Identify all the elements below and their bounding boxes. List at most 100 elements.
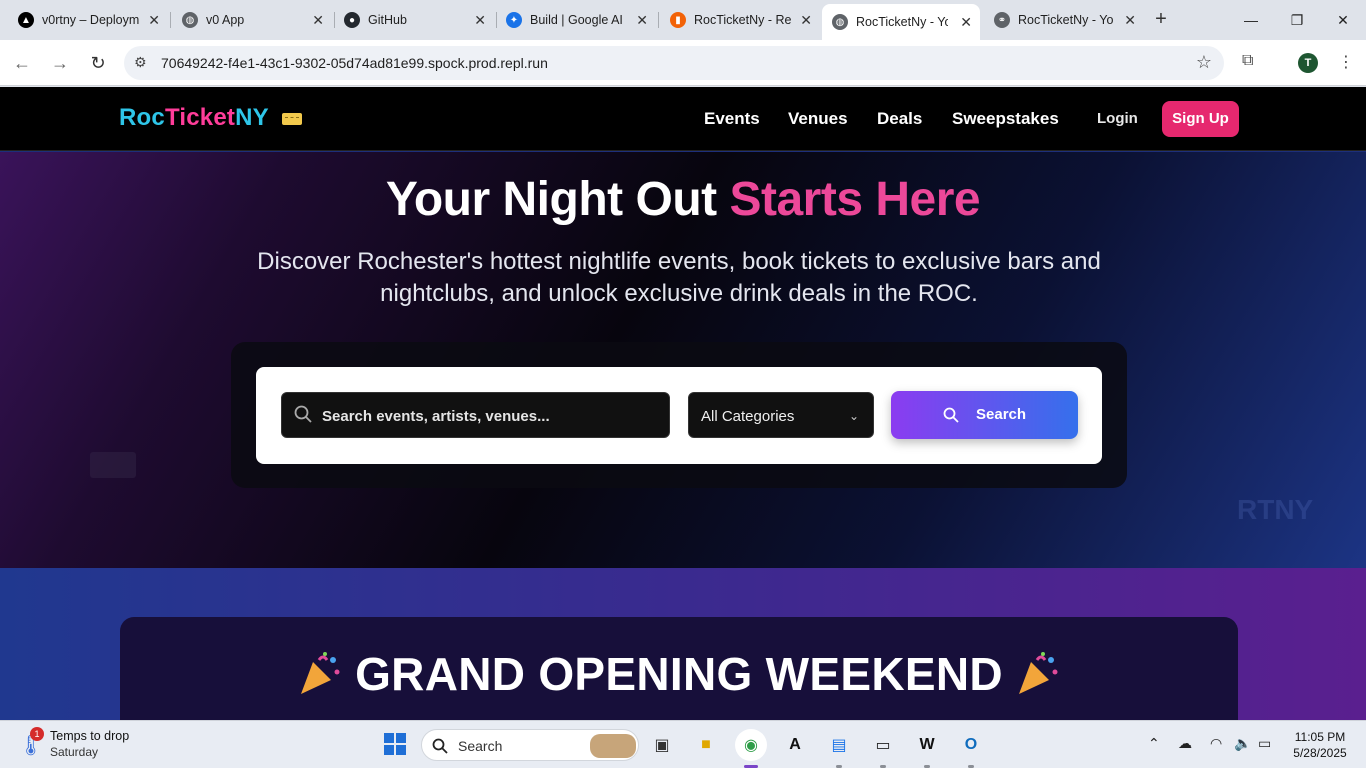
hero-title: Your Night Out Starts Here <box>0 172 1366 227</box>
promo-card: GRAND OPENING WEEKEND <box>120 617 1238 720</box>
app-w-icon[interactable]: W <box>911 729 943 761</box>
logo-part-roc: Roc <box>119 104 165 131</box>
tab-title: v0rtny – Deploym <box>42 13 140 27</box>
ticket-icon <box>282 113 302 125</box>
close-icon[interactable]: ✕ <box>800 12 812 29</box>
close-icon[interactable]: ✕ <box>148 12 160 29</box>
nav-events[interactable]: Events <box>704 109 760 129</box>
nav-venues[interactable]: Venues <box>788 109 848 129</box>
decorative-ticket-shape <box>90 452 136 478</box>
terminal-icon[interactable]: ▭ <box>867 729 899 761</box>
search-icon <box>294 405 312 423</box>
wifi-icon[interactable]: ◠ <box>1210 735 1222 752</box>
close-icon[interactable]: ✕ <box>1124 12 1136 29</box>
tab-title: RocTicketNy - Yo <box>856 15 948 29</box>
taskbar-search[interactable]: Search <box>421 729 639 761</box>
onedrive-icon[interactable]: ☁ <box>1178 735 1192 752</box>
nav-deals[interactable]: Deals <box>877 109 922 129</box>
search-input[interactable]: Search events, artists, venues... <box>281 392 670 438</box>
notification-badge: 1 <box>30 727 44 741</box>
site-navbar: RocTicketNY Events Venues Deals Sweepsta… <box>0 87 1366 151</box>
browser-tab-0[interactable]: ▲ v0rtny – Deploym ✕ <box>8 4 168 36</box>
replit-icon: ▮ <box>670 12 686 28</box>
search-highlight-image <box>590 734 636 758</box>
search-placeholder: Search events, artists, venues... <box>322 408 550 425</box>
search-button[interactable]: Search <box>891 391 1078 439</box>
hero-title-accent: Starts Here <box>729 173 981 226</box>
new-tab-button[interactable]: + <box>1150 8 1172 30</box>
chevron-down-icon: ⌄ <box>848 409 859 423</box>
category-select[interactable]: All Categories ⌄ <box>688 392 874 438</box>
link-globe-icon: ⚭ <box>994 12 1010 28</box>
back-button[interactable]: ← <box>9 50 35 76</box>
chevron-up-icon[interactable]: ⌃ <box>1148 735 1160 752</box>
close-icon[interactable]: ✕ <box>960 14 972 31</box>
more-menu-icon[interactable]: ⋮ <box>1338 52 1354 72</box>
taskbar-search-label: Search <box>458 738 503 754</box>
search-icon <box>432 738 448 754</box>
hero-section: Your Night Out Starts Here Discover Roch… <box>0 152 1366 568</box>
tab-title: GitHub <box>368 13 407 27</box>
logo-part-ny: NY <box>235 104 269 131</box>
bookmark-star-icon[interactable]: ☆ <box>1196 52 1212 73</box>
outlook-icon[interactable]: O <box>955 729 987 761</box>
logo-part-ticket: Ticket <box>164 104 236 131</box>
browser-tab-4[interactable]: ▮ RocTicketNy - Re ✕ <box>660 4 820 36</box>
search-icon <box>943 407 959 423</box>
minimize-button[interactable]: — <box>1228 0 1274 40</box>
search-button-label: Search <box>976 406 1027 423</box>
close-window-button[interactable]: ✕ <box>1320 0 1366 40</box>
profile-avatar[interactable]: T <box>1298 53 1318 73</box>
volume-icon[interactable]: 🔈 <box>1234 735 1251 752</box>
browser-tab-strip: ▲ v0rtny – Deploym ✕ ◍ v0 App ✕ ● GitHub… <box>0 0 1366 40</box>
web-page: RocTicketNY Events Venues Deals Sweepsta… <box>0 87 1366 720</box>
weather-title: Temps to drop <box>50 729 130 743</box>
browser-toolbar: ← → ↻ ⚙ 70649242-f4e1-43c1-9302-05d74ad8… <box>0 40 1366 86</box>
system-clock[interactable]: 11:05 PM 5/28/2025 <box>1288 729 1352 761</box>
browser-tab-1[interactable]: ◍ v0 App ✕ <box>172 4 332 36</box>
globe-icon: ◍ <box>832 14 848 30</box>
app-a-icon[interactable]: A <box>779 729 811 761</box>
weather-subtitle: Saturday <box>50 745 99 759</box>
promo-title-text: GRAND OPENING WEEKEND <box>355 648 1003 700</box>
tab-title: RocTicketNy - Re <box>694 13 792 27</box>
browser-tab-2[interactable]: ● GitHub ✕ <box>334 4 494 36</box>
site-logo[interactable]: RocTicketNY <box>119 104 269 132</box>
windows-start-icon[interactable] <box>384 733 406 755</box>
hero-title-main: Your Night Out <box>385 173 730 226</box>
signup-button[interactable]: Sign Up <box>1162 101 1239 137</box>
browser-tab-5[interactable]: ◍ RocTicketNy - Yo ✕ <box>822 4 980 40</box>
reload-button[interactable]: ↻ <box>85 50 111 76</box>
notepad-icon[interactable]: ▤ <box>823 729 855 761</box>
category-selected-value: All Categories <box>701 408 795 425</box>
browser-tab-6[interactable]: ⚭ RocTicketNy - Yo ✕ <box>984 4 1144 36</box>
google-ai-studio-icon: ✦ <box>506 12 522 28</box>
party-popper-icon <box>301 652 340 694</box>
tab-title: RocTicketNy - Yo <box>1018 13 1114 27</box>
promo-title: GRAND OPENING WEEKEND <box>120 647 1238 701</box>
close-icon[interactable]: ✕ <box>474 12 486 29</box>
url-text: 70649242-f4e1-43c1-9302-05d74ad81e99.spo… <box>161 55 548 71</box>
clock-time: 11:05 PM <box>1294 730 1346 744</box>
chrome-icon[interactable]: ◉ <box>735 729 767 761</box>
browser-tab-3[interactable]: ✦ Build | Google AI ✕ <box>496 4 656 36</box>
nav-sweepstakes[interactable]: Sweepstakes <box>952 109 1059 129</box>
address-bar[interactable]: ⚙ 70649242-f4e1-43c1-9302-05d74ad81e99.s… <box>124 46 1224 80</box>
hero-subtitle: Discover Rochester's hottest nightlife e… <box>257 248 1101 307</box>
file-explorer-icon[interactable]: ■ <box>690 729 722 761</box>
tab-title: Build | Google AI <box>530 13 623 27</box>
task-view-icon[interactable]: ▣ <box>646 729 678 761</box>
site-info-icon[interactable]: ⚙ <box>134 54 147 71</box>
watermark-text: RTNY <box>1237 494 1314 525</box>
forward-button[interactable]: → <box>47 50 73 76</box>
search-card: Search events, artists, venues... All Ca… <box>256 367 1102 464</box>
close-icon[interactable]: ✕ <box>312 12 324 29</box>
party-popper-icon <box>1018 652 1058 694</box>
close-icon[interactable]: ✕ <box>636 12 648 29</box>
clock-date: 5/28/2025 <box>1293 746 1347 760</box>
restore-button[interactable]: ❐ <box>1274 0 1320 40</box>
vercel-icon: ▲ <box>18 12 34 28</box>
login-link[interactable]: Login <box>1097 110 1138 127</box>
tab-search-icon[interactable]: ⧉ <box>1242 52 1253 70</box>
battery-icon[interactable]: ▭ <box>1258 735 1271 752</box>
